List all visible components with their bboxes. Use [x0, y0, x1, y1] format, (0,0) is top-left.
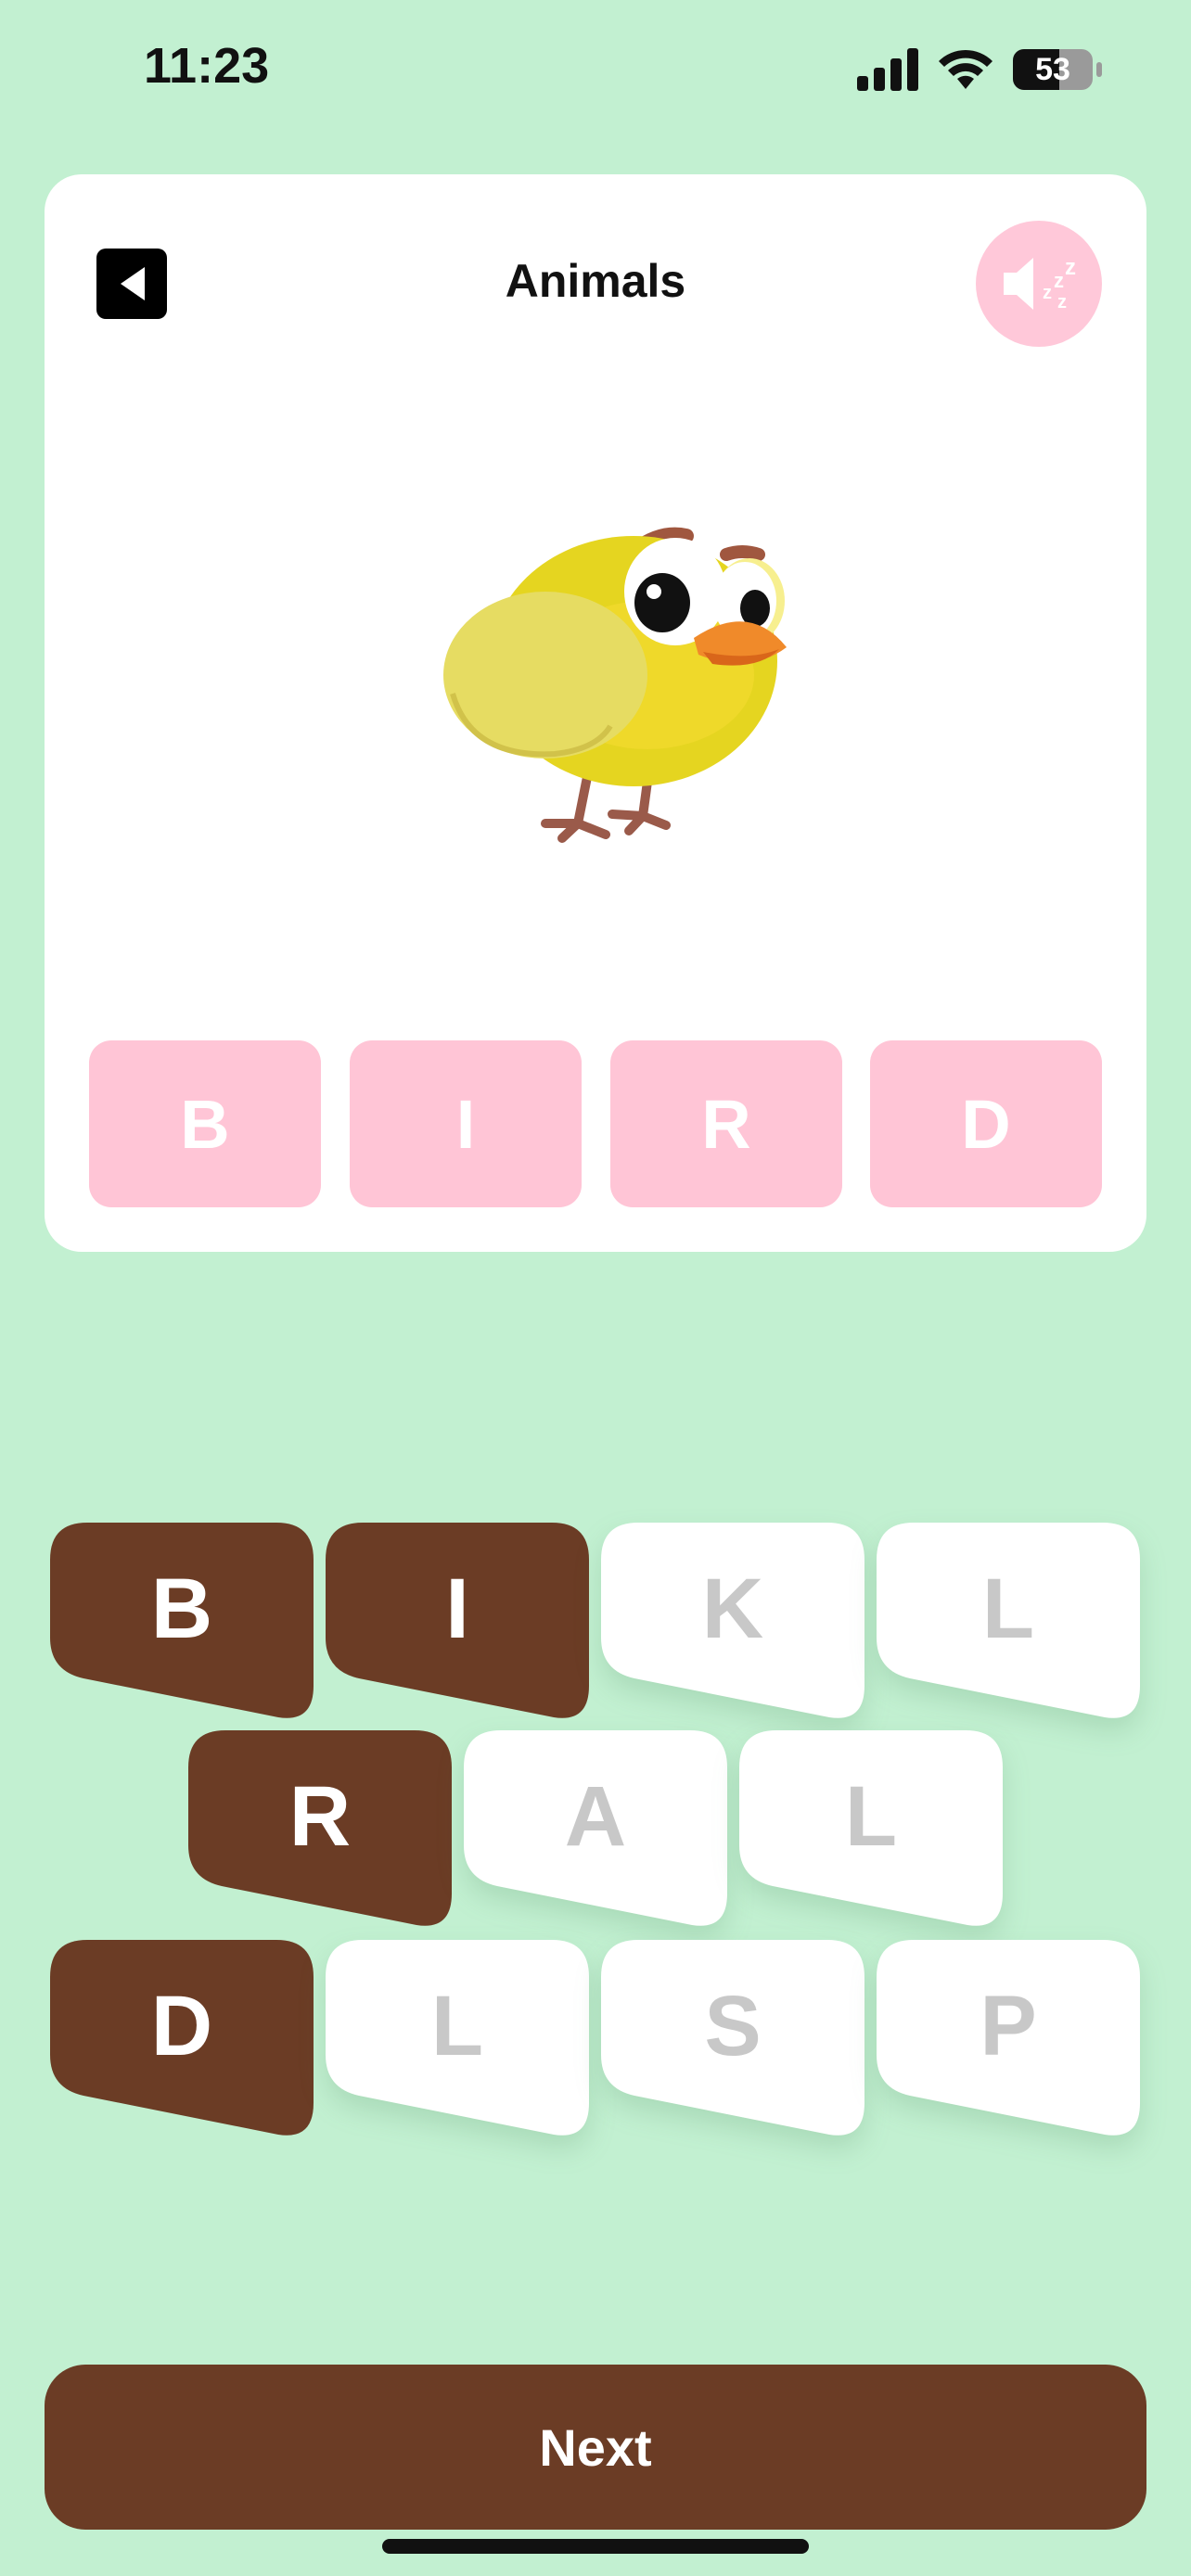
home-indicator — [382, 2539, 809, 2554]
tile-letter: A — [564, 1768, 627, 1864]
tile-letter: L — [844, 1768, 898, 1864]
status-time: 11:23 — [144, 38, 270, 94]
tile-letter: L — [981, 1561, 1035, 1656]
answer-slot: R — [610, 1040, 842, 1207]
answer-slot: B — [89, 1040, 321, 1207]
tile-letter: I — [445, 1561, 469, 1656]
letter-tile[interactable]: I — [326, 1523, 589, 1723]
letter-tile[interactable]: B — [50, 1523, 314, 1723]
answer-slot: I — [350, 1040, 582, 1207]
page-title: Animals — [505, 255, 686, 307]
letter-tile[interactable]: L — [877, 1523, 1140, 1723]
svg-text:z: z — [1065, 255, 1076, 280]
letter-tile[interactable]: R — [188, 1730, 452, 1931]
status-bar: 11:23 53 — [0, 0, 1191, 139]
battery-level: 53 — [1035, 52, 1070, 87]
letter-tile[interactable]: S — [601, 1940, 864, 2140]
question-card: Animals z z z z B I R D — [45, 174, 1146, 1252]
tile-letter: L — [430, 1978, 484, 2073]
tile-letter: S — [704, 1978, 762, 2073]
tile-letter: B — [150, 1561, 213, 1656]
tile-letter: R — [288, 1768, 352, 1864]
tile-letter: P — [980, 1978, 1037, 2073]
letter-tile[interactable]: L — [326, 1940, 589, 2140]
answer-slot: D — [870, 1040, 1102, 1207]
cellular-signal-icon — [857, 48, 918, 91]
tile-letter: D — [150, 1978, 213, 2073]
letter-tile[interactable]: D — [50, 1940, 314, 2140]
svg-text:z: z — [1043, 283, 1052, 303]
letter-tile[interactable]: L — [739, 1730, 1003, 1931]
letter-tile[interactable]: K — [601, 1523, 864, 1723]
svg-text:z: z — [1057, 292, 1067, 312]
bird-illustration — [443, 527, 787, 843]
letter-tile[interactable]: A — [464, 1730, 727, 1931]
back-arrow-icon — [121, 267, 145, 300]
battery-icon: 53 — [1013, 49, 1104, 90]
back-button[interactable] — [96, 249, 167, 319]
wifi-icon — [939, 49, 992, 89]
tile-letter: K — [701, 1561, 764, 1656]
muted-speaker-icon: z z z z — [1004, 255, 1076, 312]
letter-tile[interactable]: P — [877, 1940, 1140, 2140]
sound-toggle-button[interactable]: z z z z — [976, 221, 1102, 347]
next-button[interactable]: Next — [45, 2365, 1146, 2530]
svg-text:z: z — [1054, 269, 1064, 292]
